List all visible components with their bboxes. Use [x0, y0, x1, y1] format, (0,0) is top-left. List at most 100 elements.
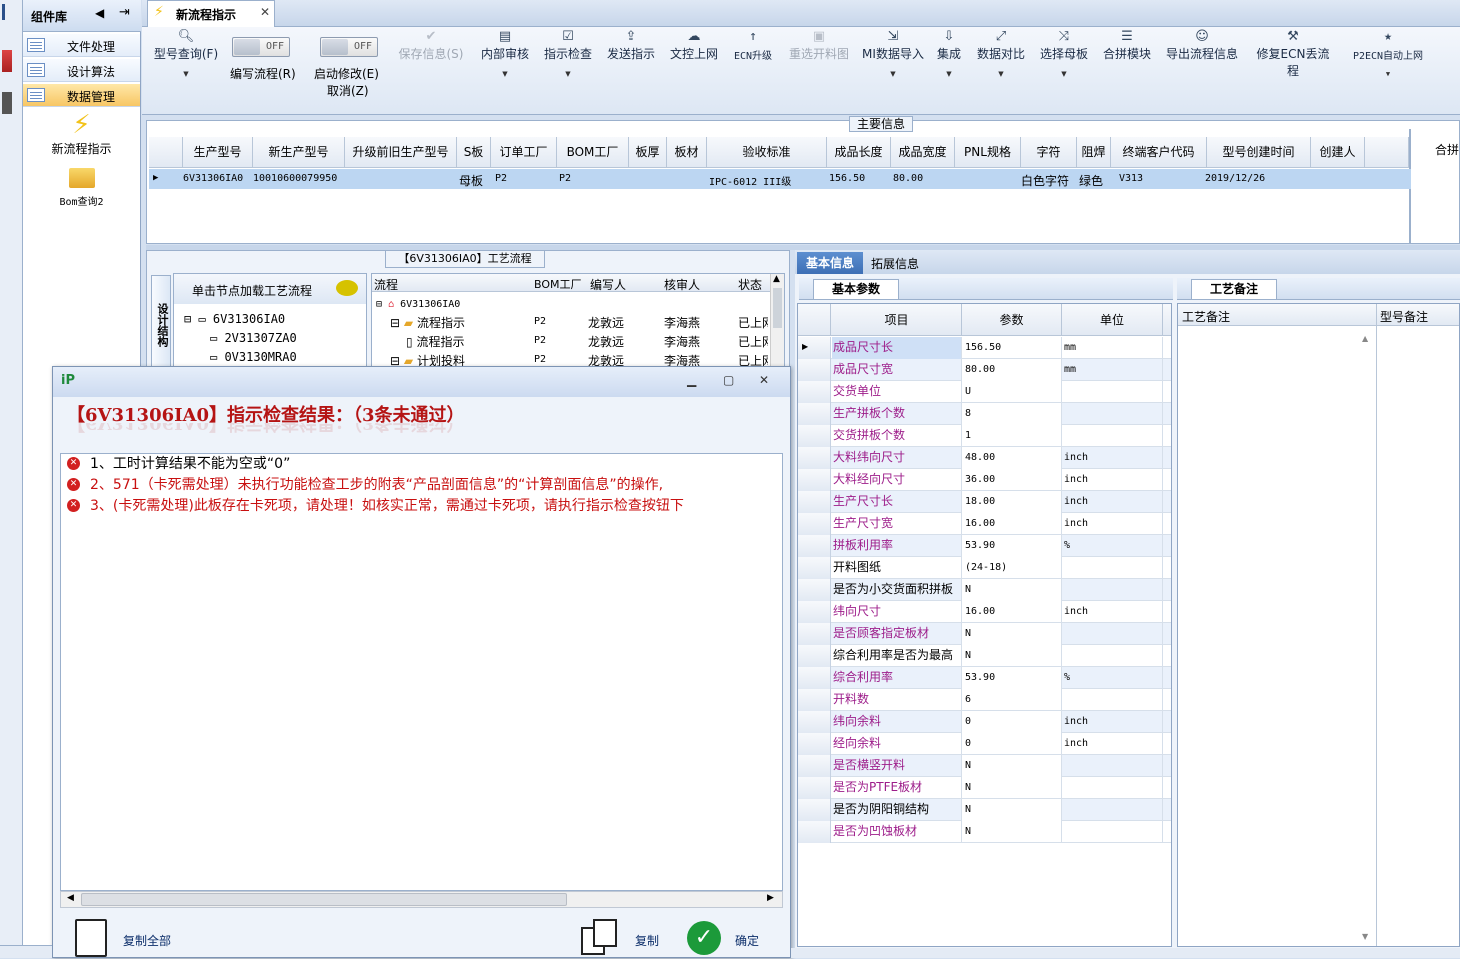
row-selector[interactable] — [798, 425, 831, 447]
tab-basic-info[interactable]: 基本信息 — [797, 252, 863, 274]
col-header[interactable]: 核审人 — [664, 276, 700, 293]
param-value[interactable]: 6 — [962, 689, 1062, 711]
document-online-button[interactable]: ☁ 文控上网 — [666, 29, 722, 62]
param-row[interactable]: 是否顾客指定板材 N — [798, 623, 1171, 645]
row-selector[interactable] — [798, 711, 831, 733]
col-header[interactable]: 板厚 — [629, 137, 667, 168]
data-compare-button[interactable]: ⤢ 数据对比 ▼ — [974, 29, 1028, 78]
design-structure-tab[interactable]: 设计结构 — [151, 275, 171, 367]
param-value[interactable]: 18.00 — [962, 491, 1062, 513]
scroll-thumb[interactable] — [81, 893, 567, 906]
param-value[interactable]: 8 — [962, 403, 1062, 425]
model-query-button[interactable]: 🔍︎ 型号查询(F) ▼ — [150, 29, 222, 78]
param-value[interactable]: N — [962, 777, 1062, 799]
copy-all-button[interactable]: 复制全部 — [75, 919, 195, 959]
row-selector[interactable] — [798, 755, 831, 777]
param-value[interactable]: 16.00 — [962, 513, 1062, 535]
col-header[interactable]: 流程 — [374, 276, 398, 293]
row-selector[interactable] — [798, 645, 831, 667]
param-value[interactable]: (24-18) — [962, 557, 1062, 579]
col-header[interactable]: 型号创建时间 — [1207, 137, 1311, 168]
nav-item-file-processing[interactable]: 文件处理 — [23, 34, 140, 57]
col-header[interactable]: 板材 — [667, 137, 707, 168]
param-row[interactable]: 开料数 6 — [798, 689, 1171, 711]
row-selector[interactable] — [798, 359, 831, 381]
flow-row[interactable]: ▯ 流程指示 P2 龙敦远 李海燕 已上网 — [406, 333, 770, 350]
error-item[interactable]: ✕ 2、571（卡死需处理）未执行功能检查工步的附表“产品剖面信息”的“计算剖面信… — [67, 475, 663, 495]
printer-side-icon[interactable] — [2, 92, 12, 114]
maximize-icon[interactable]: ▢ — [723, 373, 734, 387]
scroll-down-icon[interactable]: ▼ — [1362, 932, 1368, 941]
param-row[interactable]: 经向余料 0 inch — [798, 733, 1171, 755]
col-header[interactable]: S板 — [457, 137, 491, 168]
param-value[interactable]: 53.90 — [962, 535, 1062, 557]
row-selector[interactable] — [798, 733, 831, 755]
select-mother-board-button[interactable]: ⤨ 选择母板 ▼ — [1037, 29, 1091, 78]
row-selector[interactable] — [798, 821, 831, 843]
close-icon[interactable]: ✕ — [759, 373, 769, 387]
internal-review-button[interactable]: ▤ 内部审核 ▼ — [477, 29, 533, 78]
row-selector[interactable] — [798, 601, 831, 623]
row-selector[interactable] — [798, 557, 831, 579]
param-row[interactable]: 综合利用率 53.90% — [798, 667, 1171, 689]
integrate-button[interactable]: ⇩ 集成 ▼ — [934, 29, 964, 78]
param-value[interactable]: N — [962, 799, 1062, 821]
close-icon[interactable]: ✕ — [260, 5, 270, 19]
tree-node[interactable]: ▭ 2V31307ZA0 — [210, 331, 297, 345]
row-selector[interactable] — [798, 513, 831, 535]
export-flow-info-button[interactable]: ☺ 导出流程信息 — [1164, 29, 1240, 62]
col-header[interactable]: 工艺备注 — [1182, 308, 1230, 325]
row-selector[interactable]: ▶ — [798, 337, 831, 359]
param-row[interactable]: 开料图纸 (24-18) — [798, 557, 1171, 579]
table-row[interactable]: ▶ 6V31306IA0 10010600079950 母板 P2 P2 IPC… — [149, 169, 1411, 189]
param-row[interactable]: 纬向尺寸 16.00 inch — [798, 601, 1171, 623]
col-header[interactable]: 新生产型号 — [253, 137, 345, 168]
param-value[interactable]: 156.50 — [962, 337, 1062, 359]
app-new-flow[interactable]: ⚡ 新流程指示 — [23, 110, 140, 166]
param-row[interactable]: 生产尺寸长 18.00 inch — [798, 491, 1171, 513]
param-row[interactable]: 综合利用率是否为最高 N — [798, 645, 1171, 667]
param-row[interactable]: 是否为凹蚀板材 N — [798, 821, 1171, 843]
param-value[interactable]: 53.90 — [962, 667, 1062, 689]
row-selector[interactable] — [798, 535, 831, 557]
row-selector[interactable] — [798, 623, 831, 645]
col-header[interactable]: 终端客户代码 — [1111, 137, 1207, 168]
param-value[interactable]: 1 — [962, 425, 1062, 447]
col-header[interactable]: 升级前旧生产型号 — [345, 137, 457, 168]
row-selector[interactable] — [798, 403, 831, 425]
row-selector[interactable] — [798, 447, 831, 469]
ok-button[interactable]: ✓ 确定 — [687, 919, 777, 959]
param-value[interactable]: 0 — [962, 733, 1062, 755]
flow-row[interactable]: ⊟ ⌂ 6V31306IA0 — [376, 296, 774, 310]
row-selector[interactable] — [798, 491, 831, 513]
param-value[interactable]: N — [962, 755, 1062, 777]
p2ecn-auto-online-button[interactable]: ★ P2ECN自动上网 ▼ — [1346, 29, 1430, 78]
cancel-button[interactable]: 取消(Z) — [327, 82, 369, 99]
param-row[interactable]: 交货单位 U — [798, 381, 1171, 403]
param-row[interactable]: ▶ 成品尺寸长 156.50 mm — [798, 337, 1171, 359]
tab-new-flow[interactable]: ⚡ 新流程指示 ✕ — [147, 0, 275, 27]
copy-button[interactable]: 复制 — [581, 919, 671, 959]
col-header[interactable]: 状态 — [738, 276, 762, 293]
param-row[interactable]: 纬向余料 0 inch — [798, 711, 1171, 733]
scroll-up-icon[interactable]: ▲ — [1362, 334, 1368, 343]
error-item[interactable]: ✕ 3、(卡死需处理)此板存在卡死项，请处理！如核实正常，需通过卡死项，请执行指示… — [67, 496, 684, 516]
col-header[interactable]: 参数 — [962, 304, 1062, 336]
app-bom-query[interactable]: Bom查询2 — [23, 168, 140, 214]
col-header[interactable]: 单位 — [1062, 304, 1163, 336]
col-header[interactable]: 验收标准 — [707, 137, 827, 168]
param-value[interactable]: N — [962, 645, 1062, 667]
param-row[interactable]: 生产尺寸宽 16.00 inch — [798, 513, 1171, 535]
param-row[interactable]: 交货拼板个数 1 — [798, 425, 1171, 447]
param-value[interactable]: N — [962, 821, 1062, 843]
scroll-thumb[interactable] — [773, 288, 782, 328]
param-row[interactable]: 是否为小交货面积拼板 N — [798, 579, 1171, 601]
col-header[interactable]: 订单工厂 — [491, 137, 557, 168]
save-info-button[interactable]: ✔ 保存信息(S) — [395, 29, 467, 62]
param-value[interactable]: U — [962, 381, 1062, 403]
menu-icon[interactable] — [2, 4, 5, 20]
scroll-up-icon[interactable]: ▲ — [773, 274, 780, 284]
col-header[interactable]: BOM工厂 — [557, 137, 629, 168]
send-instruction-button[interactable]: ⇪ 发送指示 — [603, 29, 659, 62]
col-header[interactable]: 字符 — [1021, 137, 1077, 168]
